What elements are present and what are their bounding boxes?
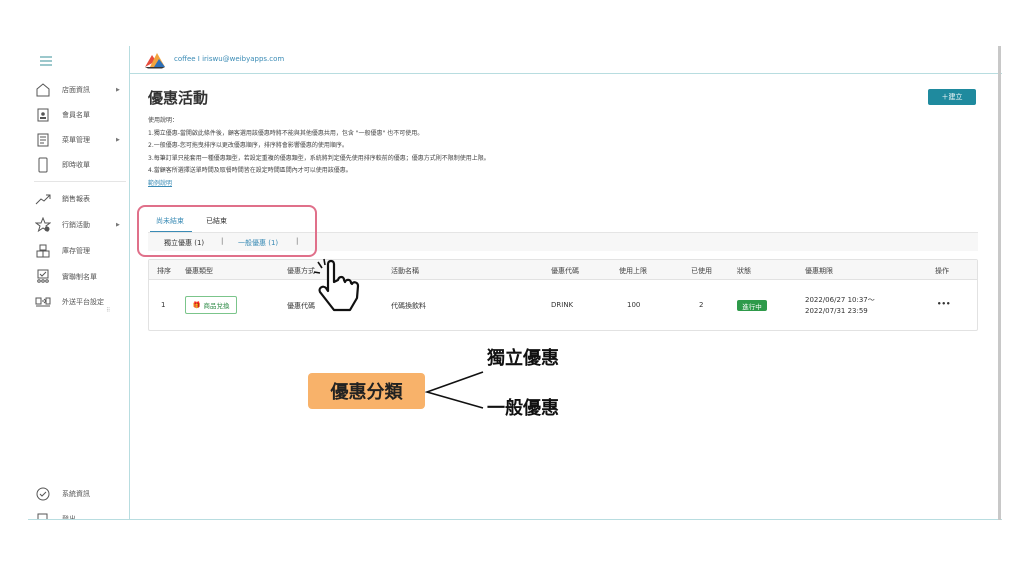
campaign-name: 代碼換飲料	[391, 302, 426, 310]
column-header: 優惠期限	[805, 267, 833, 275]
sidebar-item-label: 即時收單	[62, 161, 90, 169]
sidebar-item-label: 行銷活動	[62, 221, 90, 229]
store-icon	[35, 82, 51, 98]
column-header: 操作	[935, 267, 949, 275]
contact-list-icon	[35, 269, 51, 285]
sidebar-item-label: 系統資訊	[62, 490, 90, 498]
sidebar-divider	[34, 181, 126, 182]
sidebar-item-label: 實聯制名單	[62, 273, 97, 281]
column-header: 排序	[157, 267, 171, 275]
member-card-icon	[35, 107, 51, 123]
sidebar-item-sales-report[interactable]: 銷售報表	[28, 188, 130, 210]
sidebar-item-inventory[interactable]: 庫存管理	[28, 240, 130, 262]
sidebar-item-label: 外送平台設定	[62, 298, 104, 306]
sidebar: 店面資訊 ▶ 會員名單 菜單管理 ▶ 即時收單 銷售報表 行銷活動 ▶ 庫存管理…	[28, 46, 130, 520]
sidebar-item-realtime-orders[interactable]: 即時收單	[28, 154, 130, 176]
sidebar-item-label: 登出	[62, 515, 76, 520]
main-content: 優惠活動 ＋建立 使用說明： 1.獨立優惠-當開啟此條件後，顧客選用該優惠時將不…	[130, 74, 998, 519]
discount-type-label: 商品兌換	[203, 302, 230, 310]
chevron-right-icon: ▶	[116, 222, 120, 228]
instruction-line: 3.每筆訂單只能套用一種優惠類型，若設定重複的優惠類型，系統將判定優先使用排序較…	[148, 154, 490, 162]
example-link[interactable]: 範例說明	[148, 178, 908, 191]
instructions-heading: 使用說明：	[148, 117, 179, 124]
vertical-scrollbar[interactable]	[998, 46, 1001, 520]
sidebar-item-label: 店面資訊	[62, 86, 90, 94]
brand-logo-icon	[145, 53, 165, 69]
instruction-line: 4.當顧客所選擇送單時間及取餐時間皆在設定時間區間內才可以使用該優惠。	[148, 167, 352, 174]
sidebar-item-label: 庫存管理	[62, 247, 90, 255]
annotation-connector	[425, 371, 484, 409]
annotation-label: 優惠分類	[308, 373, 425, 409]
sidebar-item-store-info[interactable]: 店面資訊 ▶	[28, 79, 130, 101]
usage-instructions: 使用說明： 1.獨立優惠-當開啟此條件後，顧客選用該優惠時將不能與其他優惠共用，…	[148, 115, 908, 190]
table-header: 排序 優惠類型 優惠方式 活動名稱 優惠代碼 使用上限 已使用 狀態 優惠期限 …	[149, 260, 977, 280]
top-bar: coffee I iriswu@weibyapps.com	[130, 46, 1002, 74]
column-header: 使用上限	[619, 267, 647, 275]
period-end: 2022/07/31 23:59	[805, 307, 868, 315]
column-header: 優惠代碼	[551, 267, 579, 275]
sidebar-item-logout[interactable]: 登出	[28, 508, 130, 520]
sidebar-item-members[interactable]: 會員名單	[28, 104, 130, 126]
status-badge: 進行中	[737, 300, 767, 311]
hand-pointer-icon	[313, 258, 360, 312]
sidebar-item-delivery-settings[interactable]: 外送平台設定	[28, 291, 130, 313]
period-start: 2022/06/27 10:37～	[805, 296, 875, 304]
tablet-icon	[35, 157, 51, 173]
annotation-general: 一般優惠	[487, 398, 559, 419]
app-window: 店面資訊 ▶ 會員名單 菜單管理 ▶ 即時收單 銷售報表 行銷活動 ▶ 庫存管理…	[28, 46, 1002, 520]
sidebar-item-label: 銷售報表	[62, 195, 90, 203]
sidebar-item-system-info[interactable]: 系統資訊	[28, 483, 130, 505]
column-header: 優惠類型	[185, 267, 213, 275]
delivery-icon	[35, 294, 51, 310]
shield-check-icon	[35, 486, 51, 502]
inventory-icon	[35, 243, 51, 259]
hamburger-menu-icon[interactable]	[40, 56, 52, 66]
sidebar-item-label: 菜單管理	[62, 136, 90, 144]
discount-table: 排序 優惠類型 優惠方式 活動名稱 優惠代碼 使用上限 已使用 狀態 優惠期限 …	[148, 259, 978, 331]
instruction-line: 1.獨立優惠-當開啟此條件後，顧客選用該優惠時將不能與其他優惠共用，包含 "一般…	[148, 129, 424, 137]
sidebar-item-menu-management[interactable]: 菜單管理 ▶	[28, 129, 130, 151]
sidebar-item-label: 會員名單	[62, 111, 90, 119]
trend-chart-icon	[35, 191, 51, 207]
more-actions-icon[interactable]: •••	[937, 300, 950, 308]
used-count: 2	[699, 301, 704, 309]
drag-handle-icon[interactable]: ⠿	[106, 307, 110, 314]
account-label[interactable]: coffee I iriswu@weibyapps.com	[174, 55, 284, 63]
logout-icon	[35, 511, 51, 519]
discount-code: DRINK	[551, 301, 574, 309]
star-gear-icon	[35, 217, 51, 233]
discount-type-badge: 🎁 商品兌換	[185, 296, 237, 314]
menu-book-icon	[35, 132, 51, 148]
column-header: 狀態	[737, 267, 751, 275]
chevron-right-icon: ▶	[116, 87, 120, 93]
chevron-right-icon: ▶	[116, 137, 120, 143]
annotation-highlight-box	[137, 205, 317, 257]
instruction-line: 2.一般優惠-您可拖曳排序以更改優惠順序，排序將會影響優惠的使用順序。	[148, 142, 348, 149]
create-button[interactable]: ＋建立	[928, 89, 976, 105]
column-header: 活動名稱	[391, 267, 419, 275]
page-title: 優惠活動	[148, 89, 209, 107]
column-header: 已使用	[691, 267, 712, 275]
row-order: 1	[161, 301, 166, 309]
gift-icon: 🎁	[192, 301, 201, 309]
usage-limit: 100	[627, 301, 641, 309]
annotation-exclusive: 獨立優惠	[487, 348, 559, 369]
sidebar-item-contact-list[interactable]: 實聯制名單	[28, 266, 130, 288]
sidebar-item-marketing[interactable]: 行銷活動 ▶	[28, 214, 130, 236]
